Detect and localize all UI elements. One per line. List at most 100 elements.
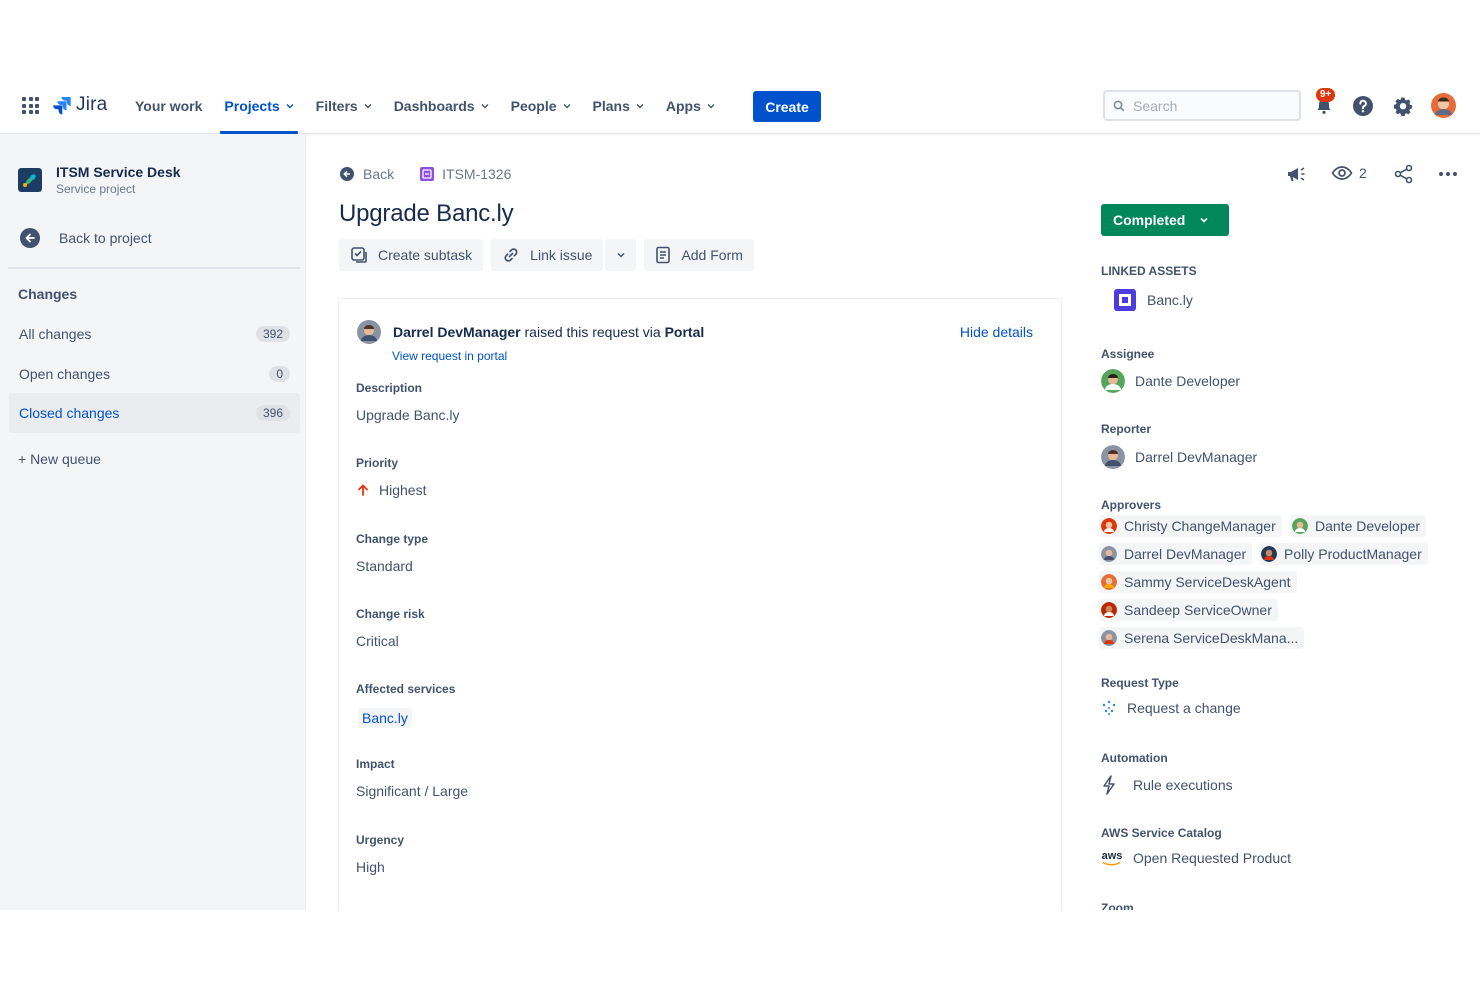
nav-people[interactable]: People [500,78,582,134]
change-risk-value: Critical [356,633,399,649]
status-dropdown[interactable]: Completed [1101,204,1229,236]
field-value[interactable]: Upgrade Banc.ly [356,407,460,423]
create-subtask-button[interactable]: Create subtask [339,239,484,271]
raised-text: Darrel DevManager raised this request vi… [393,324,704,340]
settings-button[interactable] [1391,94,1415,118]
field-label: Priority [356,456,399,470]
share-button[interactable] [1393,164,1415,184]
top-navigation: Jira Your work Projects Filters Dashboar… [0,78,1480,134]
search-input[interactable] [1133,97,1283,114]
approver-chip[interactable]: Polly ProductManager [1259,543,1428,565]
chevron-down-icon [481,104,489,109]
priority-value: Highest [379,482,427,498]
approver-chip[interactable]: Christy ChangeManager [1099,515,1282,537]
approver-chip[interactable]: Sammy ServiceDeskAgent [1099,571,1297,593]
avatar [1101,630,1117,646]
field-value[interactable]: High [356,859,404,875]
search-box[interactable] [1103,90,1301,121]
user-avatar[interactable] [1431,93,1456,118]
field-value[interactable]: Significant / Large [356,783,468,799]
add-form-button[interactable]: Add Form [644,239,754,271]
create-subtask-label: Create subtask [378,247,473,263]
avatar [1101,445,1125,469]
description-value: Upgrade Banc.ly [356,407,460,423]
new-queue-button[interactable]: + New queue [18,451,101,467]
search-icon [1113,100,1125,111]
approver-name: Dante Developer [1315,518,1421,534]
field-value[interactable]: Standard [356,558,428,574]
issue-key-link[interactable]: ITSM-1326 [420,166,511,182]
approver-chip[interactable]: Sandeep ServiceOwner [1099,599,1278,621]
field-label: Urgency [356,833,405,847]
watchers-button[interactable]: 2 [1331,164,1367,182]
queue-label: Closed changes [19,405,120,421]
issue-title[interactable]: Upgrade Banc.ly [339,200,514,228]
sidebar-divider [8,267,300,269]
more-actions-button[interactable] [1437,164,1459,184]
nav-projects[interactable]: Projects [213,78,304,134]
jira-logo[interactable]: Jira [52,94,107,116]
queue-all-changes[interactable]: All changes 392 [9,314,300,354]
raised-channel: Portal [664,324,705,340]
notifications-badge: 9+ [1316,88,1336,102]
issue-type-icon [420,167,435,181]
raiser-name: Darrel DevManager [393,324,521,340]
link-issue-dropdown[interactable] [604,239,637,271]
nav-apps[interactable]: Apps [655,78,726,134]
approver-chip[interactable]: Darrel DevManager [1099,543,1253,565]
view-in-portal-link[interactable]: View request in portal [392,349,507,363]
back-link[interactable]: Back [340,166,394,182]
product-name: Jira [76,94,108,115]
form-icon [656,246,671,264]
feedback-button[interactable] [1285,164,1307,184]
automation-label: Automation [1101,751,1168,765]
nav-filters-label: Filters [315,98,358,114]
back-to-project-link[interactable]: Back to project [20,228,152,248]
impact-value: Significant / Large [356,783,469,799]
nav-dashboards-label: Dashboards [393,98,475,114]
nav-plans[interactable]: Plans [582,78,655,134]
chevron-down-icon [364,104,372,109]
automation-field[interactable]: Rule executions [1101,775,1233,795]
field-affected-services: Affected services Banc.ly [356,682,455,728]
service-tag[interactable]: Banc.ly [358,708,412,728]
field-value[interactable]: Highest [356,482,426,498]
approver-chip[interactable]: Serena ServiceDeskMana... [1099,627,1305,649]
help-button[interactable] [1351,94,1375,118]
linked-asset-item[interactable]: Banc.ly [1113,288,1193,312]
hide-details-link[interactable]: Hide details [960,324,1033,340]
nav-your-work[interactable]: Your work [124,78,213,134]
field-impact: Impact Significant / Large [356,757,468,799]
field-urgency: Urgency High [356,833,404,875]
aws-field[interactable]: aws Open Requested Product [1101,850,1291,866]
field-value[interactable]: Critical [356,633,425,649]
avatar [1101,602,1117,618]
more-icon [1439,172,1457,176]
assignee-field[interactable]: Dante Developer [1101,369,1240,393]
approver-name: Serena ServiceDeskMana... [1124,630,1299,646]
approver-chip[interactable]: Dante Developer [1290,515,1427,537]
aws-value: Open Requested Product [1133,850,1291,866]
reporter-field[interactable]: Darrel DevManager [1101,445,1257,469]
queue-count: 396 [255,405,290,421]
nav-dashboards[interactable]: Dashboards [383,78,500,134]
nav-people-label: People [510,98,557,114]
create-button[interactable]: Create [753,91,821,122]
queue-open-changes[interactable]: Open changes 0 [9,354,300,394]
aws-icon: aws [1101,850,1123,866]
nav-your-work-label: Your work [135,98,203,114]
project-header[interactable]: ITSM Service Desk Service project [18,164,181,196]
field-value[interactable]: Banc.ly [356,708,455,728]
avatar [1101,518,1117,534]
app-switcher-icon[interactable] [22,97,39,114]
watcher-count: 2 [1359,165,1367,181]
queue-closed-changes[interactable]: Closed changes 396 [9,393,300,433]
asset-icon [1114,289,1136,311]
chevron-down-icon [286,104,294,109]
sidebar-section-title: Changes [18,286,78,302]
nav-filters[interactable]: Filters [305,78,383,134]
help-icon [1353,96,1373,116]
request-type-field[interactable]: Request a change [1101,700,1241,716]
link-issue-button[interactable]: Link issue [491,239,604,271]
share-icon [1394,164,1413,184]
